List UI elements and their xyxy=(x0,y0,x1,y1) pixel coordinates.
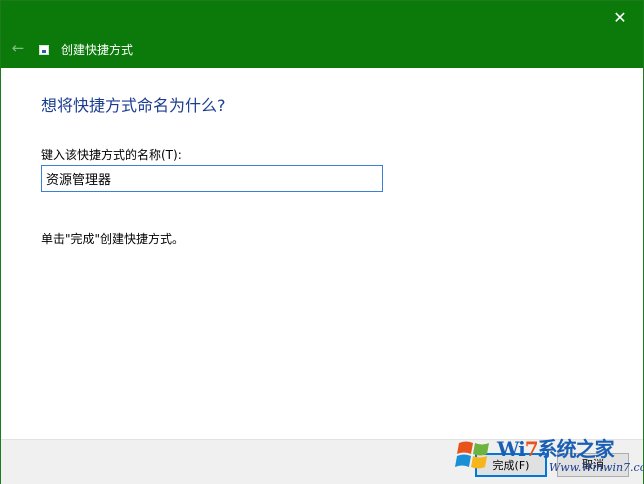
name-field-label: 键入该快捷方式的名称(T): xyxy=(41,148,182,162)
shortcut-name-input[interactable] xyxy=(41,165,383,192)
back-button[interactable]: ← xyxy=(9,39,27,57)
finish-button[interactable]: 完成(F) xyxy=(475,453,547,477)
title-bar: ✕ ← 创建快捷方式 xyxy=(1,1,643,68)
page-heading: 想将快捷方式命名为什么? xyxy=(41,96,226,115)
instruction-text: 单击"完成"创建快捷方式。 xyxy=(41,232,185,246)
close-button[interactable]: ✕ xyxy=(609,7,631,29)
close-icon: ✕ xyxy=(613,8,627,27)
button-bar: 完成(F) 取消 xyxy=(1,439,643,484)
cancel-button[interactable]: 取消 xyxy=(557,453,629,477)
shortcut-app-icon xyxy=(39,45,49,55)
create-shortcut-window: ✕ ← 创建快捷方式 想将快捷方式命名为什么? 键入该快捷方式的名称(T): 单… xyxy=(0,0,644,484)
wizard-content: 想将快捷方式命名为什么? 键入该快捷方式的名称(T): 单击"完成"创建快捷方式… xyxy=(1,68,643,439)
back-arrow-icon: ← xyxy=(11,39,25,57)
window-title: 创建快捷方式 xyxy=(61,43,134,57)
